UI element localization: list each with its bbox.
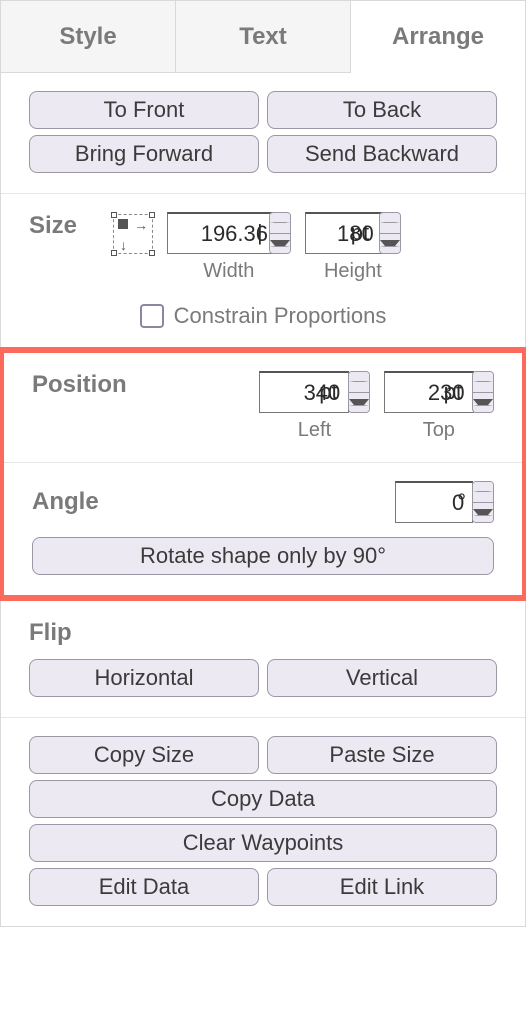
flip-horizontal-button[interactable]: Horizontal [29,659,259,697]
height-field-group: pt Height [305,212,401,283]
order-section: To Front To Back Bring Forward Send Back… [1,73,525,194]
to-front-button[interactable]: To Front [29,91,259,129]
angle-stepper[interactable] [472,481,494,523]
edit-link-button[interactable]: Edit Link [267,868,497,906]
panel-tabs: Style Text Arrange [1,1,525,73]
to-back-button[interactable]: To Back [267,91,497,129]
left-step-up[interactable] [349,372,369,393]
position-section: Position pt Left [4,353,522,463]
top-field-group: pt Top [384,371,494,442]
top-label: Top [423,419,455,442]
tab-arrange[interactable]: Arrange [351,2,525,73]
constrain-checkbox[interactable] [140,304,164,328]
actions-section: Copy Size Paste Size Copy Data Clear Way… [1,718,525,926]
top-input[interactable] [384,371,474,413]
left-stepper[interactable] [348,371,370,413]
arrange-panel: Style Text Arrange To Front To Back Brin… [0,0,526,927]
height-stepper[interactable] [379,212,401,254]
top-step-up[interactable] [473,372,493,393]
constrain-label: Constrain Proportions [174,303,387,329]
paste-size-button[interactable]: Paste Size [267,736,497,774]
bring-forward-button[interactable]: Bring Forward [29,135,259,173]
left-input[interactable] [259,371,349,413]
angle-label: Angle [32,488,99,516]
left-field-group: pt Left [259,371,369,442]
flip-vertical-button[interactable]: Vertical [267,659,497,697]
send-backward-button[interactable]: Send Backward [267,135,497,173]
height-step-down[interactable] [380,234,400,254]
copy-data-button[interactable]: Copy Data [29,780,497,818]
tab-text[interactable]: Text [176,1,351,72]
position-label: Position [32,371,162,399]
width-step-down[interactable] [270,234,290,254]
size-label: Size [29,212,99,240]
height-label: Height [324,260,382,283]
width-step-up[interactable] [270,213,290,234]
left-label: Left [298,419,331,442]
copy-size-button[interactable]: Copy Size [29,736,259,774]
angle-step-down[interactable] [473,503,493,523]
position-angle-highlight: Position pt Left [0,347,526,601]
height-step-up[interactable] [380,213,400,234]
tab-style[interactable]: Style [1,1,176,72]
flip-section: Flip Horizontal Vertical [1,601,525,718]
size-section: Size → ↓ | Width [1,194,525,350]
width-stepper[interactable] [269,212,291,254]
angle-input[interactable] [395,481,473,523]
angle-step-up[interactable] [473,482,493,503]
flip-label: Flip [29,619,497,647]
autosize-icon[interactable]: → ↓ [113,214,153,254]
top-step-down[interactable] [473,393,493,413]
width-input[interactable] [167,212,277,254]
top-stepper[interactable] [472,371,494,413]
angle-section: Angle ° Rotate shape only by 90° [4,463,522,595]
width-label: Width [203,260,254,283]
clear-waypoints-button[interactable]: Clear Waypoints [29,824,497,862]
height-input[interactable] [305,212,383,254]
edit-data-button[interactable]: Edit Data [29,868,259,906]
left-step-down[interactable] [349,393,369,413]
rotate-90-button[interactable]: Rotate shape only by 90° [32,537,494,575]
width-field-group: | Width [167,212,291,283]
